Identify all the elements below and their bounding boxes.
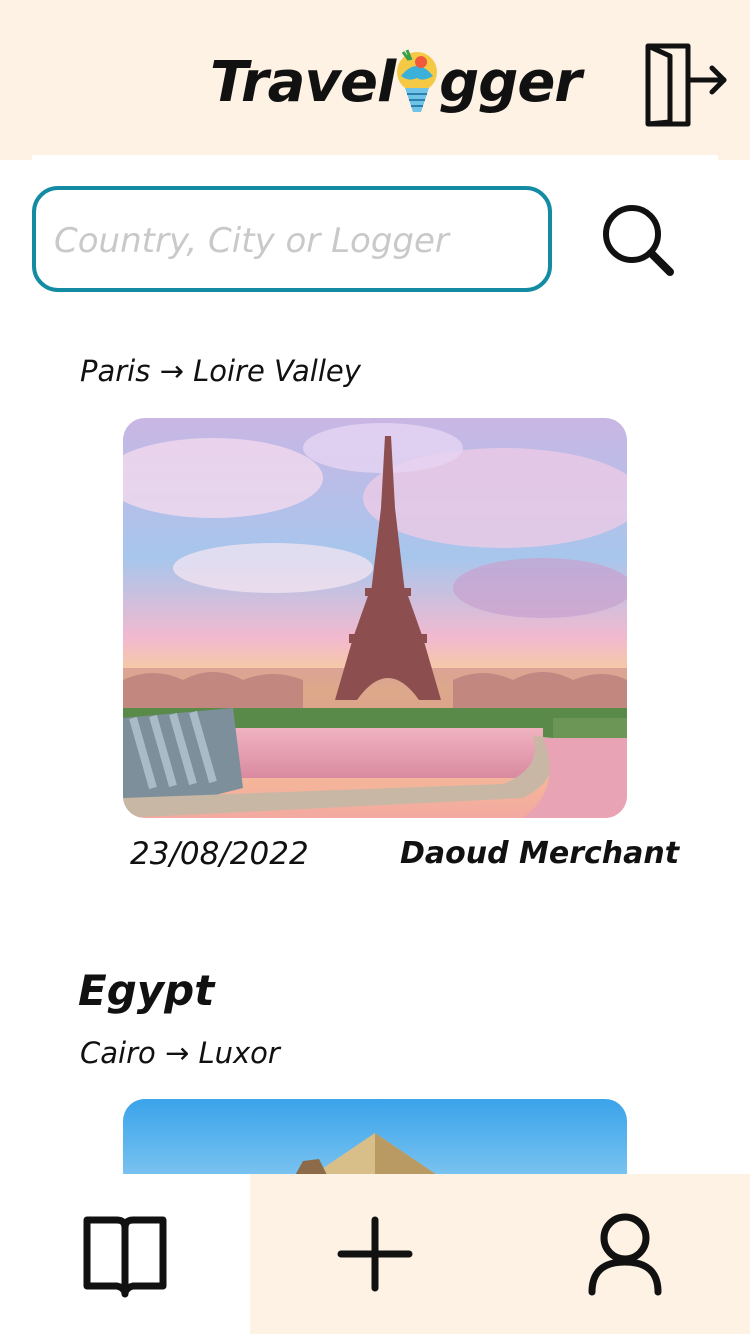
plus-icon [337,1216,413,1292]
user-icon [588,1213,662,1296]
trip-photo[interactable] [123,1099,627,1179]
search-input[interactable] [52,190,536,292]
search-button[interactable] [598,200,678,280]
logo-text-left: Travel [210,49,396,115]
bottom-navigation [0,1174,750,1334]
trip-country: Egypt [78,966,215,1015]
map-pin-logo-icon [393,42,441,122]
logout-icon [645,43,727,127]
book-icon [83,1216,167,1298]
logout-button[interactable] [640,40,730,130]
search-box[interactable] [32,186,552,292]
app-logo: Travel gger [210,42,582,122]
nav-profile-button[interactable] [575,1204,675,1304]
nav-add-button[interactable] [325,1204,425,1304]
trip-route: Paris → Loire Valley [80,354,361,388]
trip-photo[interactable] [123,418,627,818]
search-icon [603,205,674,276]
app-header: Travel gger [0,0,750,160]
trip-date: 23/08/2022 [130,836,309,872]
pyramids-photo [123,1099,627,1179]
nav-logbook-button[interactable] [75,1204,175,1304]
logo-text-right: gger [439,49,582,115]
eiffel-tower-photo [123,418,627,818]
trip-route: Cairo → Luxor [80,1036,280,1070]
trip-author[interactable]: Daoud Merchant [400,836,679,871]
